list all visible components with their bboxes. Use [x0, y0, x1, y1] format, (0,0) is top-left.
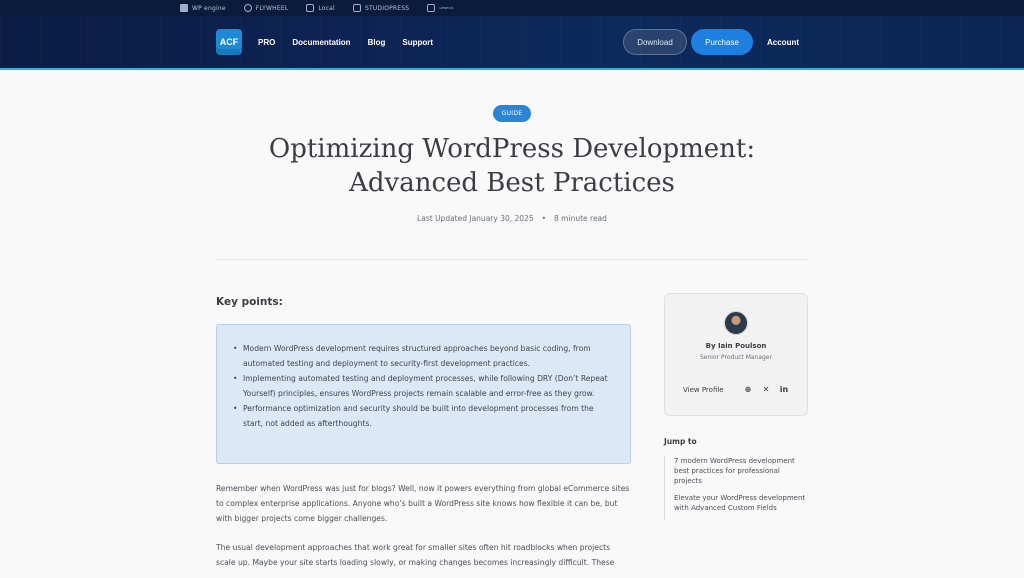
acf-logo[interactable]: ACF: [216, 29, 242, 55]
author-footer: View Profile ⊕ ✕ in: [683, 385, 789, 394]
nav-link-support[interactable]: Support: [402, 38, 433, 47]
brand-flywheel[interactable]: FLYWHEEL: [243, 4, 289, 12]
page-title: Optimizing WordPress Development: Advanc…: [0, 132, 1024, 200]
nav-link-documentation[interactable]: Documentation: [292, 38, 350, 47]
key-point-item: Implementing automated testing and deplo…: [233, 371, 608, 401]
author-role: Senior Product Manager: [699, 354, 772, 361]
article-header: GUIDE Optimizing WordPress Development: …: [0, 70, 1024, 223]
nav-links: PRO Documentation Blog Support: [258, 16, 433, 68]
meta-separator: •: [541, 214, 547, 223]
brand-local[interactable]: Local: [306, 4, 335, 12]
brand-studiopress[interactable]: STUDIOPRESS: [352, 4, 409, 12]
read-time: 8 minute read: [554, 214, 607, 223]
brand-wpengine[interactable]: WP engine: [180, 4, 226, 12]
view-profile-link[interactable]: View Profile: [683, 386, 724, 394]
key-points-box: Modern WordPress development requires st…: [216, 324, 631, 464]
flywheel-logo-icon: [243, 4, 252, 12]
jump-link[interactable]: 7 modern WordPress development best prac…: [674, 456, 808, 486]
brand-genesis[interactable]: GENESIS: [427, 4, 454, 12]
article-paragraph: The usual development approaches that wo…: [216, 543, 615, 567]
article-paragraph: Remember when WordPress was just for blo…: [216, 484, 630, 523]
linkedin-icon[interactable]: in: [779, 385, 789, 394]
key-point-item: Modern WordPress development requires st…: [233, 341, 608, 371]
x-icon[interactable]: ✕: [761, 385, 771, 394]
globe-icon[interactable]: ⊕: [743, 385, 753, 394]
title-line-1: Optimizing WordPress Development:: [268, 134, 756, 164]
title-line-2: Advanced Best Practices: [349, 168, 675, 198]
key-point-item: Performance optimization and security sh…: [233, 401, 608, 431]
guide-badge[interactable]: GUIDE: [492, 105, 532, 122]
article-meta: Last Updated January 30, 2025 • 8 minute r…: [0, 214, 1024, 223]
nav-link-blog[interactable]: Blog: [368, 38, 386, 47]
social-links: ⊕ ✕ in: [743, 385, 789, 394]
genesis-logo-icon: [427, 4, 436, 12]
purchase-button[interactable]: Purchase: [691, 29, 753, 55]
article-body: Key points: Modern WordPress development…: [216, 296, 631, 578]
jump-to-list: 7 modern WordPress development best prac…: [664, 456, 808, 520]
download-button[interactable]: Download: [623, 29, 687, 55]
author-name: By Iain Poulson: [705, 342, 767, 350]
studiopress-logo-icon: [352, 4, 361, 12]
jump-to-heading: Jump to: [664, 437, 697, 446]
nav-link-pro[interactable]: PRO: [258, 38, 275, 47]
avatar: [724, 311, 748, 335]
header-divider: [216, 259, 808, 260]
account-link[interactable]: Account: [767, 16, 799, 68]
main-navigation: ACF PRO Documentation Blog Support Downl…: [0, 16, 1024, 70]
key-points-heading: Key points:: [216, 296, 283, 308]
author-card: By Iain Poulson Senior Product Manager V…: [664, 293, 808, 416]
jump-link[interactable]: Elevate your WordPress development with …: [674, 493, 808, 513]
last-updated: Last Updated January 30, 2025: [417, 214, 534, 223]
local-logo-icon: [306, 4, 315, 12]
wpengine-logo-icon: [180, 4, 188, 12]
partner-brands-bar: WP engine FLYWHEEL Local STUDIOPRESS GEN…: [0, 0, 1024, 16]
